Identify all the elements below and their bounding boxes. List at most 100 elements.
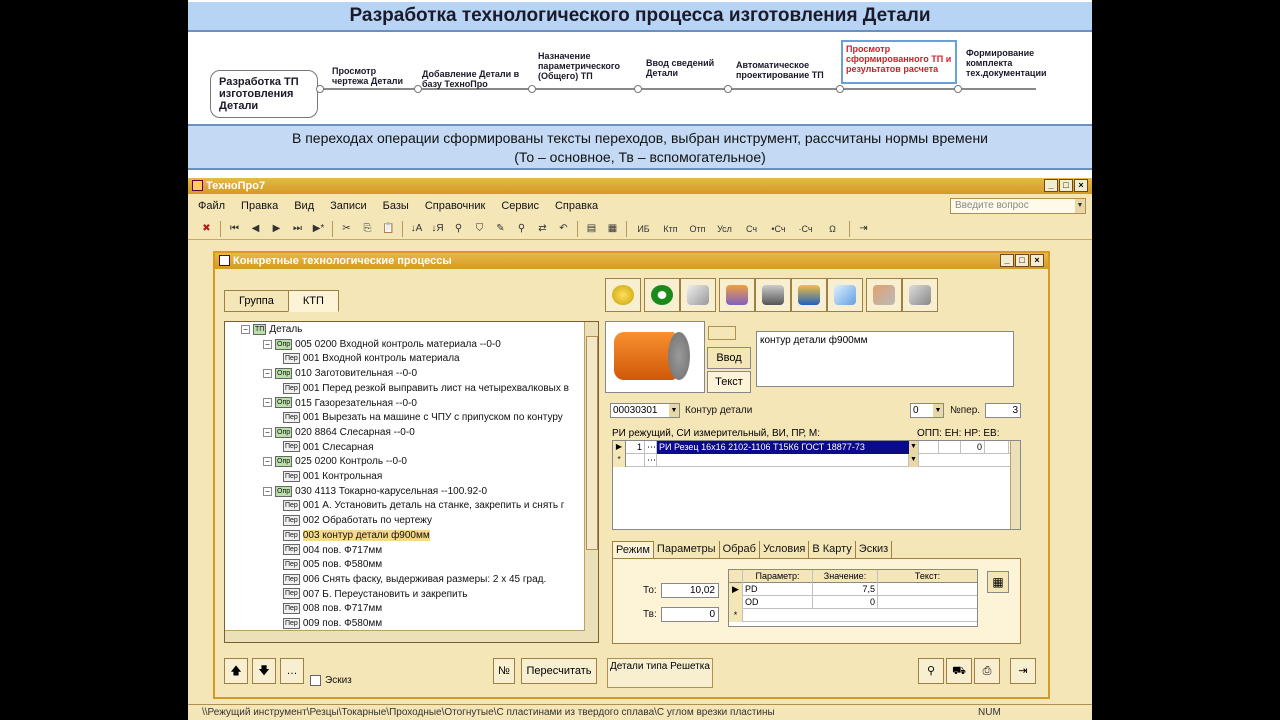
- omega-button[interactable]: Ω: [819, 219, 846, 239]
- ktp-button[interactable]: Ктп: [657, 219, 684, 239]
- profile-icon[interactable]: [902, 278, 938, 312]
- cut-icon[interactable]: ✂: [336, 219, 357, 239]
- menu-edit[interactable]: Правка: [231, 196, 284, 216]
- paste-icon[interactable]: 📋: [378, 219, 399, 239]
- tree-vscrollbar[interactable]: [584, 322, 598, 642]
- undo-icon[interactable]: ↶: [553, 219, 574, 239]
- tree-item[interactable]: Пер 002 Обработать по чертежу: [283, 514, 432, 529]
- ellipsis-icon[interactable]: ⋯: [645, 454, 657, 467]
- machine-icon[interactable]: [755, 278, 791, 312]
- workers-icon[interactable]: [791, 278, 827, 312]
- form-view-icon[interactable]: ▤: [581, 219, 602, 239]
- tree-item[interactable]: Пер 005 пов. Ф580мм: [283, 558, 382, 573]
- sort-asc-icon[interactable]: ↓A: [406, 219, 427, 239]
- print-icon[interactable]: ⎙: [974, 658, 1000, 684]
- scroll-thumb[interactable]: [586, 336, 598, 550]
- new-record-icon[interactable]: ▶*: [308, 219, 329, 239]
- move-down-button[interactable]: 🡇: [252, 658, 276, 684]
- collapse-icon[interactable]: −: [263, 368, 272, 378]
- tree-item[interactable]: Пер 001 Слесарная: [283, 441, 374, 456]
- number-button[interactable]: №: [493, 658, 515, 684]
- material-icon[interactable]: [866, 278, 902, 312]
- to-field[interactable]: 10,02: [661, 583, 719, 598]
- gear-gold-icon[interactable]: [605, 278, 641, 312]
- sch3-button[interactable]: ·Сч: [792, 219, 819, 239]
- menu-help[interactable]: Справка: [545, 196, 604, 216]
- tree-item[interactable]: − Опр 030 4113 Токарно-карусельная --100.9…: [263, 485, 487, 500]
- collapse-icon[interactable]: −: [241, 324, 250, 334]
- copy-icon[interactable]: ⎘: [357, 219, 378, 239]
- calculator-icon[interactable]: ▦: [987, 571, 1009, 593]
- collapse-icon[interactable]: −: [263, 457, 272, 467]
- tab-parametry[interactable]: Параметры: [654, 541, 720, 558]
- tree-item[interactable]: Пер 001 Перед резкой выправить лист на че…: [283, 382, 569, 397]
- tree-item[interactable]: − Опр 020 8864 Слесарная --0-0: [263, 426, 415, 441]
- next-record-icon[interactable]: ▶: [266, 219, 287, 239]
- menu-records[interactable]: Записи: [320, 196, 373, 216]
- param-value[interactable]: 7,5: [813, 583, 878, 596]
- close-icon[interactable]: ×: [1030, 254, 1044, 267]
- maximize-icon[interactable]: □: [1015, 254, 1029, 267]
- table-row[interactable]: ▶ PD 7,5: [729, 583, 977, 596]
- maximize-icon[interactable]: □: [1059, 179, 1073, 192]
- recalculate-button[interactable]: Пересчитать: [521, 658, 597, 684]
- tab-usloviya[interactable]: Условия: [760, 541, 810, 558]
- vvod-button[interactable]: Ввод: [707, 347, 751, 369]
- tab-obrab[interactable]: Обраб: [720, 541, 760, 558]
- menu-file[interactable]: Файл: [188, 196, 231, 216]
- minimize-icon[interactable]: _: [1000, 254, 1014, 267]
- tree-item[interactable]: − Опр 010 Заготовительная --0-0: [263, 367, 417, 382]
- param-value[interactable]: 0: [813, 596, 878, 609]
- tree-item[interactable]: Пер 006 Снять фаску, выдерживая размеры: …: [283, 573, 546, 588]
- tree-item[interactable]: Пер 001 Входной контроль материала: [283, 352, 460, 367]
- param-text[interactable]: [878, 596, 977, 609]
- instrument-grid[interactable]: ▶ 1 ⋯ РИ Резец 16х16 2102-1106 Т15К6 ГОС…: [612, 440, 1021, 530]
- tree-hscrollbar[interactable]: [225, 630, 585, 642]
- instrument-vscrollbar[interactable]: [1010, 441, 1020, 529]
- chevron-down-icon[interactable]: ▼: [669, 404, 679, 417]
- tab-group[interactable]: Группа: [224, 290, 289, 312]
- nper-field[interactable]: 3: [985, 403, 1021, 418]
- truck-icon[interactable]: ⛟: [946, 658, 972, 684]
- chevron-down-icon[interactable]: ▼: [909, 441, 919, 454]
- menu-service[interactable]: Сервис: [491, 196, 545, 216]
- more-button[interactable]: …: [280, 658, 304, 684]
- tree-item[interactable]: − ТП Деталь: [241, 323, 302, 338]
- tree-item[interactable]: − Опр 015 Газорезательная --0-0: [263, 397, 417, 412]
- move-up-button[interactable]: 🡅: [224, 658, 248, 684]
- collapse-icon[interactable]: −: [263, 339, 272, 349]
- replace-icon[interactable]: ⇄: [532, 219, 553, 239]
- param-name[interactable]: OD: [743, 596, 813, 609]
- tree-item[interactable]: Пер 001 Вырезать на машине с ЧПУ с припус…: [283, 411, 563, 426]
- ellipsis-icon[interactable]: ⋯: [645, 441, 657, 454]
- prev-record-icon[interactable]: ◀: [245, 219, 266, 239]
- collapse-icon[interactable]: −: [263, 427, 272, 437]
- num-select[interactable]: 0 ▼: [910, 403, 944, 418]
- tree-item[interactable]: Пер 001 А. Установить деталь на станке, з…: [283, 499, 564, 514]
- tree-item[interactable]: Пер 008 пов. Ф717мм: [283, 602, 382, 617]
- last-record-icon[interactable]: ⏭: [287, 219, 308, 239]
- tube-icon[interactable]: [680, 278, 716, 312]
- collapse-icon[interactable]: −: [263, 486, 272, 496]
- tree-item[interactable]: − Опр 025 0200 Контроль --0-0: [263, 455, 407, 470]
- instr-en[interactable]: [939, 441, 961, 454]
- sch2-button[interactable]: •Сч: [765, 219, 792, 239]
- param-text[interactable]: [878, 583, 977, 596]
- chevron-down-icon[interactable]: ▼: [933, 404, 943, 417]
- tree-item[interactable]: Пер 004 пов. Ф717мм: [283, 544, 382, 559]
- menu-bases[interactable]: Базы: [373, 196, 415, 216]
- filter-icon[interactable]: ⛉: [469, 219, 490, 239]
- instr-text[interactable]: [657, 454, 909, 467]
- find-icon[interactable]: ⚲: [448, 219, 469, 239]
- close-icon[interactable]: ×: [1074, 179, 1088, 192]
- transition-text-field[interactable]: контур детали ф900мм: [756, 331, 1014, 387]
- ib-button[interactable]: ИБ: [630, 219, 657, 239]
- sort-desc-icon[interactable]: ↓Я: [427, 219, 448, 239]
- process-tree[interactable]: −Опр035 4221 Горизонтально-расточная --1…: [224, 321, 599, 643]
- search-icon[interactable]: ⚲: [511, 219, 532, 239]
- menu-reference[interactable]: Справочник: [415, 196, 492, 216]
- params-grid[interactable]: Параметр: Значение: Текст: ▶ PD 7,5 OD 0: [728, 569, 978, 627]
- tab-rezhim[interactable]: Режим: [612, 541, 654, 558]
- collapse-icon[interactable]: −: [263, 398, 272, 408]
- otp-button[interactable]: Отп: [684, 219, 711, 239]
